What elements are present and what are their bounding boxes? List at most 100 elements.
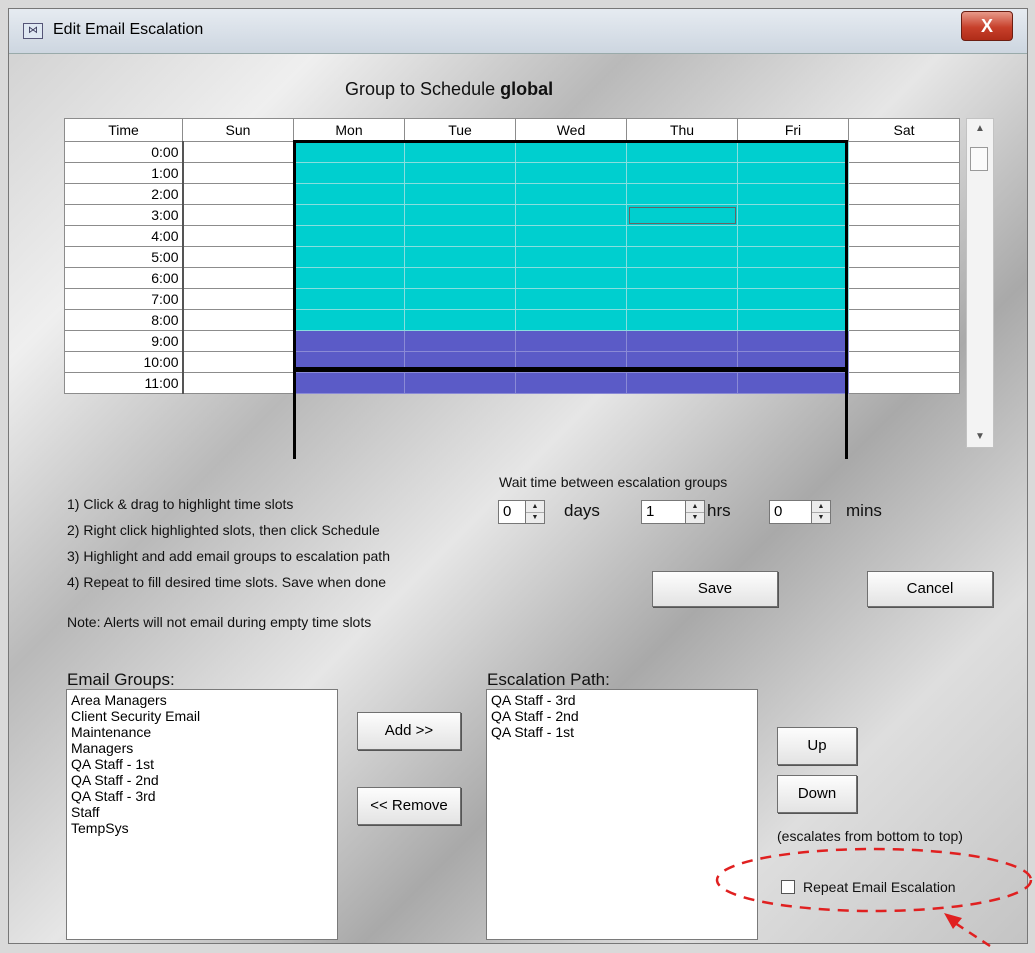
time-slot[interactable] (293, 351, 405, 373)
time-slot[interactable] (293, 204, 405, 226)
list-item[interactable]: QA Staff - 1st (71, 756, 333, 772)
hours-decrement-icon[interactable]: ▼ (686, 512, 704, 523)
time-slot[interactable] (848, 246, 960, 268)
time-slot[interactable] (626, 372, 738, 394)
add-button[interactable]: Add >> (357, 712, 461, 750)
list-item[interactable]: Maintenance (71, 724, 333, 740)
time-slot[interactable] (404, 204, 516, 226)
schedule-scrollbar[interactable]: ▲ ▼ (966, 118, 994, 448)
hours-input[interactable]: 1 (641, 500, 686, 524)
list-item[interactable]: QA Staff - 2nd (491, 708, 753, 724)
time-slot[interactable] (404, 183, 516, 205)
time-slot[interactable] (182, 309, 294, 331)
time-slot[interactable] (848, 141, 960, 163)
remove-button[interactable]: << Remove (357, 787, 461, 825)
schedule-row[interactable]: 5:00 (64, 246, 960, 268)
time-slot[interactable] (293, 288, 405, 310)
time-slot[interactable] (182, 372, 294, 394)
time-slot[interactable] (626, 225, 738, 247)
time-slot[interactable] (737, 141, 849, 163)
down-button[interactable]: Down (777, 775, 857, 813)
time-slot[interactable] (182, 183, 294, 205)
time-slot[interactable] (293, 330, 405, 352)
schedule-row[interactable]: 6:00 (64, 267, 960, 289)
time-slot[interactable] (515, 204, 627, 226)
time-slot[interactable] (737, 351, 849, 373)
time-slot[interactable] (737, 204, 849, 226)
repeat-escalation-label[interactable]: Repeat Email Escalation (803, 879, 956, 895)
schedule-body[interactable]: 0:00 1:00 2:00 3:00 4:00 5:00 6:00 7:00 8:00 9:00… (64, 141, 960, 394)
minutes-decrement-icon[interactable]: ▼ (812, 512, 830, 523)
hours-spinner[interactable]: 1 ▲ ▼ (641, 500, 705, 526)
time-slot[interactable] (182, 330, 294, 352)
time-slot[interactable] (515, 267, 627, 289)
save-button[interactable]: Save (652, 571, 778, 607)
time-slot[interactable] (848, 288, 960, 310)
list-item[interactable]: Managers (71, 740, 333, 756)
time-slot[interactable] (626, 330, 738, 352)
time-slot[interactable] (737, 288, 849, 310)
scroll-down-arrow-icon[interactable]: ▼ (967, 427, 993, 447)
time-slot[interactable] (182, 225, 294, 247)
time-slot[interactable] (626, 309, 738, 331)
time-slot[interactable] (737, 330, 849, 352)
time-slot[interactable] (737, 267, 849, 289)
list-item[interactable]: QA Staff - 2nd (71, 772, 333, 788)
days-input[interactable]: 0 (498, 500, 526, 524)
schedule-row[interactable]: 4:00 (64, 225, 960, 247)
time-slot[interactable] (515, 141, 627, 163)
time-slot[interactable] (182, 162, 294, 184)
days-spin-buttons[interactable]: ▲ ▼ (525, 500, 545, 524)
time-slot[interactable] (848, 309, 960, 331)
time-slot[interactable] (515, 162, 627, 184)
time-slot[interactable] (737, 162, 849, 184)
time-slot[interactable] (182, 246, 294, 268)
time-slot[interactable] (293, 309, 405, 331)
time-slot[interactable] (626, 267, 738, 289)
time-slot[interactable] (404, 351, 516, 373)
schedule-row[interactable]: 3:00 (64, 204, 960, 226)
time-slot[interactable] (404, 141, 516, 163)
time-slot[interactable] (293, 372, 405, 394)
schedule-row[interactable]: 11:00 (64, 372, 960, 394)
time-slot[interactable] (515, 351, 627, 373)
scroll-up-arrow-icon[interactable]: ▲ (967, 119, 993, 139)
time-slot[interactable] (182, 267, 294, 289)
schedule-row[interactable]: 7:00 (64, 288, 960, 310)
hours-spin-buttons[interactable]: ▲ ▼ (685, 500, 705, 524)
close-button[interactable]: X (961, 11, 1013, 41)
time-slot[interactable] (626, 288, 738, 310)
list-item[interactable]: QA Staff - 1st (491, 724, 753, 740)
time-slot[interactable] (182, 351, 294, 373)
email-groups-list[interactable]: Area Managers Client Security Email Mainte… (66, 689, 338, 940)
schedule-row[interactable]: 0:00 (64, 141, 960, 163)
time-slot[interactable] (404, 372, 516, 394)
time-slot[interactable] (293, 183, 405, 205)
time-slot[interactable] (848, 225, 960, 247)
time-slot[interactable] (404, 246, 516, 268)
time-slot[interactable] (182, 204, 294, 226)
time-slot[interactable] (182, 141, 294, 163)
time-slot[interactable] (848, 267, 960, 289)
time-slot[interactable] (404, 309, 516, 331)
time-slot[interactable] (293, 141, 405, 163)
time-slot[interactable] (848, 183, 960, 205)
time-slot[interactable] (293, 246, 405, 268)
time-slot[interactable] (515, 246, 627, 268)
time-slot[interactable] (293, 267, 405, 289)
time-slot[interactable] (737, 183, 849, 205)
up-button[interactable]: Up (777, 727, 857, 765)
time-slot[interactable] (404, 288, 516, 310)
time-slot[interactable] (515, 183, 627, 205)
minutes-input[interactable]: 0 (769, 500, 812, 524)
time-slot[interactable] (515, 372, 627, 394)
schedule-row[interactable]: 9:00 (64, 330, 960, 352)
time-slot[interactable] (848, 372, 960, 394)
time-slot[interactable] (737, 309, 849, 331)
days-decrement-icon[interactable]: ▼ (526, 512, 544, 523)
time-slot[interactable] (848, 351, 960, 373)
list-item[interactable]: QA Staff - 3rd (71, 788, 333, 804)
time-slot[interactable] (293, 225, 405, 247)
time-slot[interactable] (626, 204, 738, 226)
time-slot[interactable] (182, 288, 294, 310)
